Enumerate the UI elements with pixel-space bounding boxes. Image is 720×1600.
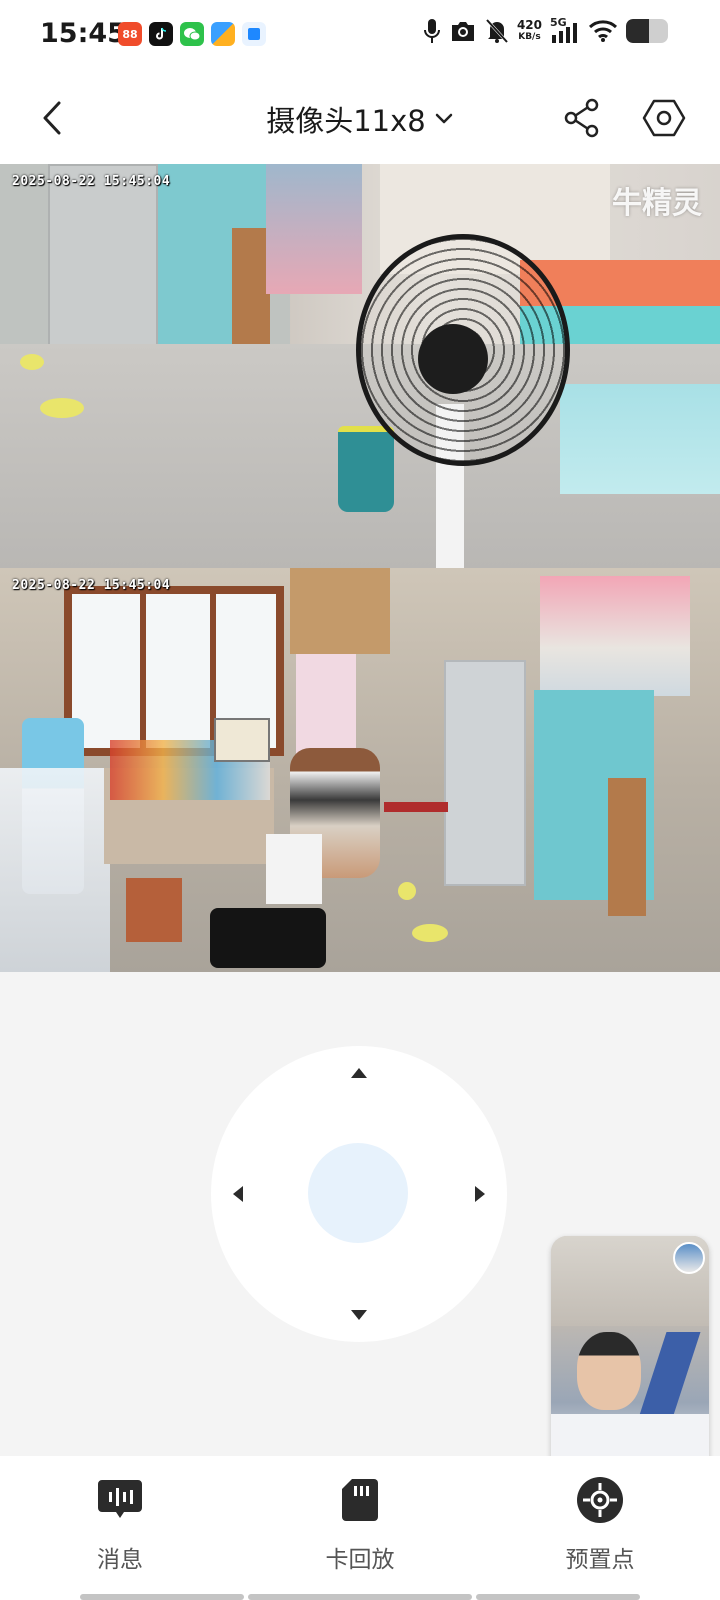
caret-right-icon: [475, 1186, 485, 1202]
share-button[interactable]: [560, 96, 604, 140]
hexagon-settings-icon: [642, 99, 686, 137]
folded-quilts: [266, 164, 362, 294]
ptz-center-button[interactable]: [308, 1143, 408, 1243]
slipper: [40, 398, 84, 418]
app-blue-icon: [242, 22, 266, 46]
wechat-icon: [180, 22, 204, 46]
status-app-icons: 88: [118, 22, 266, 46]
feed-timestamp: 2025-08-22 15:45:04: [12, 578, 171, 593]
stacked-blankets: [540, 576, 690, 696]
window-frame: [140, 586, 146, 756]
ottoman: [210, 908, 326, 968]
tiktok-icon: [149, 22, 173, 46]
ptz-right-button[interactable]: [465, 1179, 495, 1209]
fan-hub: [418, 324, 488, 394]
scroll-indicator: [248, 1594, 472, 1600]
caret-down-icon: [351, 1310, 367, 1320]
bell-muted-icon: [485, 18, 509, 44]
nav-messages-label: 消息: [97, 1547, 143, 1573]
plastic-bags: [0, 768, 110, 972]
battery-icon: [626, 19, 668, 43]
cardboard-box: [126, 878, 182, 942]
camera-icon: [449, 19, 477, 43]
ptz-down-button[interactable]: [344, 1300, 374, 1330]
network-speed-unit: KB/s: [518, 32, 541, 42]
person-head: [577, 1332, 641, 1410]
camera-selector[interactable]: 摄像头11x8: [0, 98, 720, 140]
ptz-direction-pad[interactable]: [211, 1046, 507, 1342]
network-speed: 420 KB/s: [517, 19, 542, 43]
slipper: [20, 354, 44, 370]
nav-preset-points[interactable]: 预置点: [530, 1476, 670, 1574]
chevron-down-icon: [435, 113, 452, 124]
battery-level: [626, 19, 650, 43]
status-time: 15:45: [40, 18, 126, 49]
message-icon: [96, 1476, 144, 1524]
ptz-up-button[interactable]: [344, 1058, 374, 1088]
refrigerator: [444, 660, 526, 886]
boxes: [290, 568, 390, 654]
page-title: 摄像头11x8: [266, 104, 426, 138]
slipper: [398, 882, 416, 900]
bamboo-mat: [232, 228, 270, 356]
bamboo-mat: [608, 778, 646, 916]
nav-card-playback-label: 卡回放: [325, 1547, 395, 1573]
floating-video-window[interactable]: [551, 1236, 709, 1474]
status-bar: 15:45 88 420 KB/s 5G: [0, 0, 720, 72]
app-orange-icon: 88: [118, 22, 142, 46]
settings-button[interactable]: [640, 94, 688, 142]
camera-feed-top[interactable]: 2025-08-22 15:45:04 牛精灵: [0, 164, 720, 568]
bottom-nav: 消息 卡回放 预置点: [0, 1456, 720, 1600]
nav-messages[interactable]: 消息: [50, 1476, 190, 1574]
feed-timestamp: 2025-08-22 15:45:04: [12, 174, 171, 189]
microphone-icon: [423, 18, 441, 44]
refrigerator: [48, 164, 158, 350]
bed-foot: [560, 384, 720, 494]
share-icon: [564, 98, 599, 138]
camera-feed-bottom[interactable]: 2025-08-22 15:45:04: [0, 568, 720, 972]
scroll-indicator: [476, 1594, 640, 1600]
header: 摄像头11x8: [0, 72, 720, 164]
status-system-icons: 420 KB/s 5G: [423, 16, 668, 44]
slipper: [412, 924, 448, 942]
nav-card-playback[interactable]: 卡回放: [290, 1476, 430, 1574]
microwave: [214, 718, 270, 762]
scroll-indicator: [80, 1594, 244, 1600]
mini-fridge: [266, 834, 322, 904]
caret-left-icon: [233, 1186, 243, 1202]
sd-card-icon: [336, 1476, 384, 1524]
preset-point-icon: [576, 1476, 624, 1524]
avatar: [673, 1242, 705, 1274]
network-speed-value: 420: [516, 18, 542, 32]
nav-preset-points-label: 预置点: [565, 1547, 635, 1573]
caret-up-icon: [351, 1068, 367, 1078]
ptz-left-button[interactable]: [223, 1179, 253, 1209]
files-icon: [211, 22, 235, 46]
signal-icon: 5G: [550, 16, 580, 44]
stool: [384, 802, 448, 812]
trash-bin: [338, 426, 394, 512]
wifi-icon: [588, 19, 618, 43]
feed-watermark: 牛精灵: [612, 186, 702, 221]
